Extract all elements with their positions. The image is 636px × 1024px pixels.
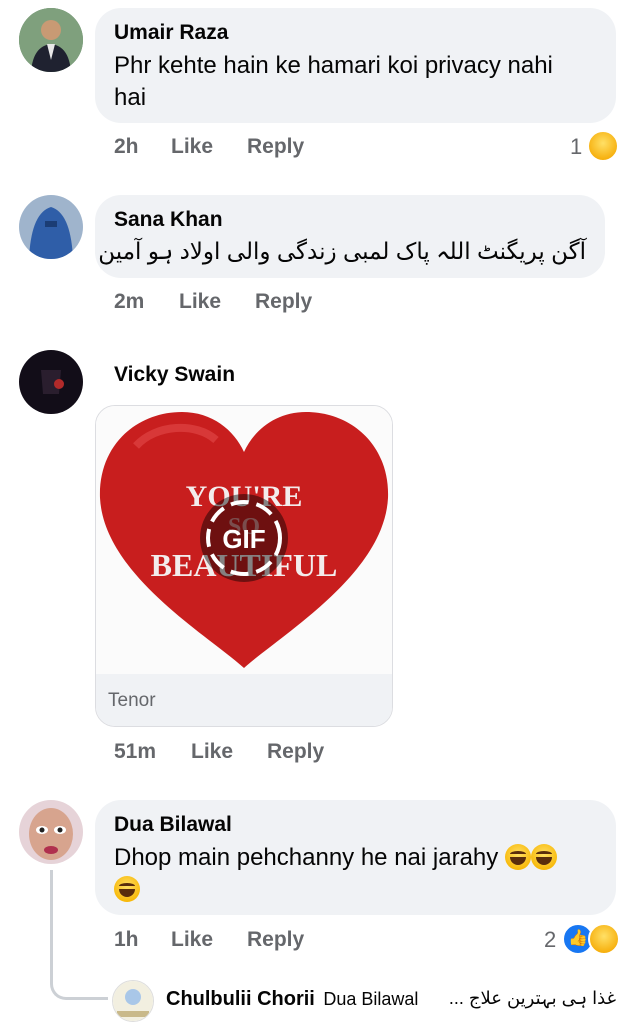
comment-text-wrap — [114, 876, 140, 902]
reply-button[interactable]: Reply — [247, 928, 304, 952]
like-button[interactable]: Like — [179, 290, 221, 314]
laughing-emoji-icon — [530, 844, 557, 870]
laughing-emoji-icon — [114, 876, 140, 902]
avatar-photo — [19, 8, 83, 72]
gif-image: YOU'RE SO BEAUTIFUL GIF — [96, 406, 392, 674]
avatar[interactable] — [19, 8, 83, 72]
reply-snippet: غذا ہی بہترین علاج ... — [448, 988, 616, 1008]
comment-author[interactable]: Vicky Swain — [114, 363, 235, 387]
avatar[interactable] — [112, 980, 154, 1022]
comment-time[interactable]: 2h — [114, 135, 139, 159]
reply-button[interactable]: Reply — [267, 740, 324, 764]
comment-text: hai — [114, 84, 147, 111]
avatar[interactable] — [19, 800, 83, 864]
reaction-count: 2 — [544, 927, 557, 952]
comment-bubble: Umair Raza Phr kehte hain ke hamari koi … — [95, 8, 616, 123]
comment-time[interactable]: 51m — [114, 740, 156, 764]
gif-attachment[interactable]: YOU'RE SO BEAUTIFUL GIF Tenor — [95, 405, 393, 727]
comment-text: آگن پریگنٹ اللہ پاک لمبی زندگی والی اولا… — [98, 238, 586, 264]
avatar-photo — [19, 800, 83, 864]
comment-time[interactable]: 1h — [114, 928, 139, 952]
like-button[interactable]: Like — [171, 928, 213, 952]
haha-reaction-icon — [587, 130, 619, 162]
gif-badge: GIF — [222, 524, 265, 554]
reply-author[interactable]: Chulbulii Chorii — [166, 988, 315, 1010]
comment-text: Phr kehte hain ke hamari koi privacy nah… — [114, 52, 553, 79]
comment-author[interactable]: Umair Raza — [114, 21, 228, 45]
avatar[interactable] — [19, 350, 83, 414]
comment-text: Dhop main pehchanny he nai jarahy — [114, 842, 557, 874]
reply-mention[interactable]: Dua Bilawal — [323, 989, 418, 1009]
comment-author[interactable]: Dua Bilawal — [114, 813, 232, 837]
like-button[interactable]: Like — [171, 135, 213, 159]
haha-reaction-icon — [588, 923, 620, 955]
avatar[interactable] — [19, 195, 83, 259]
comment-time[interactable]: 2m — [114, 290, 144, 314]
avatar-photo — [19, 195, 83, 259]
comment-text-content: Dhop main pehchanny he nai jarahy — [114, 844, 499, 871]
like-button[interactable]: Like — [191, 740, 233, 764]
laughing-emoji-icon — [504, 844, 531, 870]
avatar-photo — [113, 981, 153, 1021]
gif-source: Tenor — [108, 690, 156, 711]
comment-bubble: Sana Khan آگن پریگنٹ اللہ پاک لمبی زندگی… — [95, 195, 605, 278]
avatar-photo — [19, 350, 83, 414]
comment-bubble: Dua Bilawal Dhop main pehchanny he nai j… — [95, 800, 616, 915]
gif-source-bar: Tenor — [96, 674, 392, 726]
reply-button[interactable]: Reply — [255, 290, 312, 314]
reply-button[interactable]: Reply — [247, 135, 304, 159]
reaction-summary[interactable]: 2 👍 — [544, 923, 624, 955]
reaction-count: 1 — [570, 134, 583, 159]
comment-author[interactable]: Sana Khan — [114, 208, 223, 232]
